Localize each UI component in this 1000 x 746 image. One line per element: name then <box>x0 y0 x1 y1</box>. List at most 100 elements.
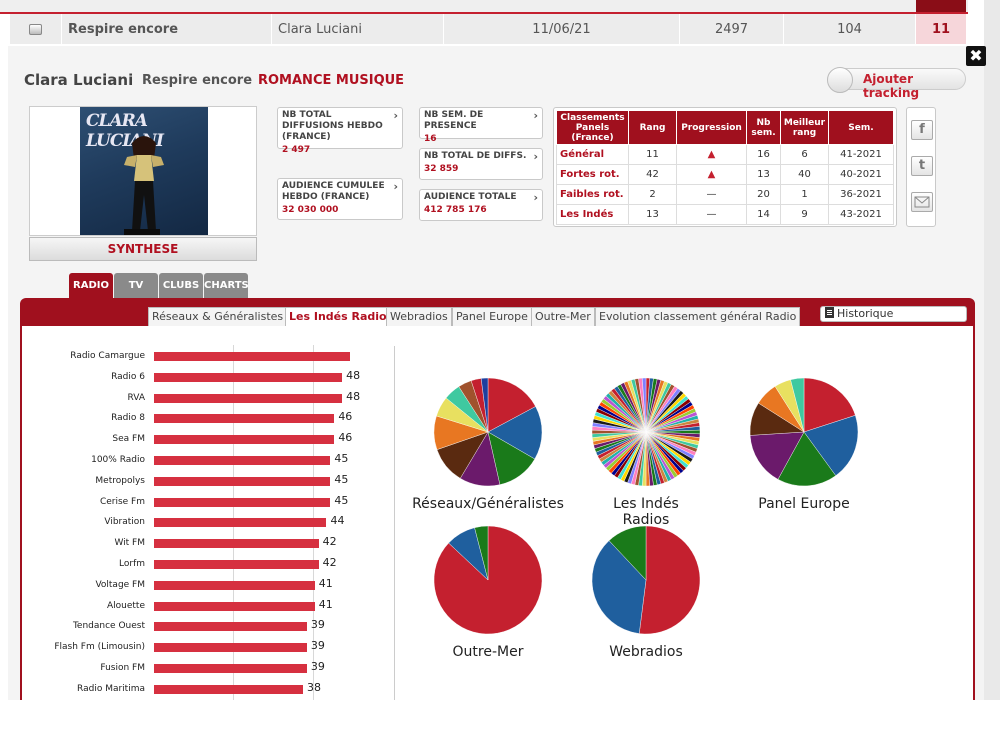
bar[interactable] <box>154 372 343 382</box>
subtab-evolution-classement[interactable]: Evolution classement général Radio <box>595 307 801 326</box>
week-cell: 36-2021 <box>828 184 894 205</box>
progression-cell: — <box>676 204 747 225</box>
bar-category-label: Radio Camargue <box>70 351 145 361</box>
stat-value: 32 859 <box>424 164 459 174</box>
weeks-cell: 13 <box>746 164 781 185</box>
bar[interactable] <box>154 414 335 424</box>
panel-name[interactable]: Général <box>556 144 629 165</box>
bar[interactable] <box>154 643 307 653</box>
stat-total-diffusions[interactable]: NB TOTAL DIFFUSIONS HEBDO (FRANCE) 2 497 <box>277 107 403 155</box>
best-rank-cell: 40 <box>780 164 829 185</box>
right-gutter <box>984 0 1000 700</box>
document-icon <box>825 307 834 318</box>
tab-radio[interactable]: RADIO <box>69 273 113 299</box>
bar[interactable] <box>154 601 315 611</box>
tab-tv[interactable]: TV <box>114 273 158 299</box>
mail-icon[interactable] <box>911 192 933 212</box>
bar-value-label: 39 <box>310 639 325 653</box>
detail-title: Respire encore <box>142 73 253 88</box>
dash-icon: — <box>706 209 717 220</box>
pie-label: Webradios <box>609 644 683 660</box>
panel-name[interactable]: Les Indés <box>556 204 629 225</box>
stat-nb-sem-presence[interactable]: NB SEM. DE PRESENCE 16 <box>419 107 543 144</box>
bar[interactable] <box>154 456 331 465</box>
panel-name[interactable]: Faibles rot. <box>556 184 629 205</box>
facebook-icon[interactable]: f <box>911 120 933 140</box>
bar[interactable] <box>154 684 303 694</box>
progression-cell: — <box>676 184 747 205</box>
album-cover: CLARA LUCIANI <box>80 107 208 235</box>
weeks-cell: 16 <box>746 144 781 165</box>
bar-category-label: Lorfm <box>119 559 145 569</box>
bar-category-label: Radio 6 <box>111 371 145 382</box>
stat-value: 32 030 000 <box>282 205 339 215</box>
row-checkbox-cell[interactable] <box>10 14 62 44</box>
pie-label: Outre-Mer <box>452 644 524 660</box>
best-rank-cell: 9 <box>780 204 829 225</box>
col-header: Progression <box>676 110 747 145</box>
bar-value-label: 42 <box>322 535 337 549</box>
tab-clubs[interactable]: CLUBS <box>159 273 203 299</box>
dash-icon: — <box>706 189 717 200</box>
bar-category-label: Wit FM <box>114 538 145 549</box>
historique-button[interactable]: Historique <box>820 306 967 322</box>
row-date: 11/06/21 <box>444 14 680 44</box>
stat-label: AUDIENCE TOTALE <box>424 192 538 203</box>
rankings-table: Classements Panels (France) Rang Progres… <box>556 110 894 225</box>
row-title[interactable]: Respire encore <box>62 14 272 44</box>
bar-category-label: Sea FM <box>112 434 145 445</box>
detail-genre[interactable]: ROMANCE MUSIQUE <box>258 73 404 88</box>
bar-value-label: 42 <box>322 556 337 569</box>
table-row: Général 11 ▲ 16 6 41-2021 <box>556 144 894 165</box>
subtab-outre-mer[interactable]: Outre-Mer <box>531 307 595 326</box>
col-header: Meilleur rang <box>780 110 829 145</box>
bar-category-label: Tendance Ouest <box>72 621 145 632</box>
subtab-reseaux-generalistes[interactable]: Réseaux & Généralistes <box>148 307 288 326</box>
pie-label: Panel Europe <box>758 496 850 512</box>
stat-value: 2 497 <box>282 145 311 155</box>
stat-audience-totale[interactable]: AUDIENCE TOTALE 412 785 176 <box>419 189 543 221</box>
stat-label: AUDIENCE CUMULEE HEBDO (FRANCE) <box>282 181 398 203</box>
bar[interactable] <box>154 393 343 403</box>
stat-audience-cumulee[interactable]: AUDIENCE CUMULEE HEBDO (FRANCE) 32 030 0… <box>277 178 403 220</box>
toggle-knob <box>827 67 853 93</box>
close-icon[interactable]: ✖ <box>966 46 986 66</box>
bar-category-label: Cerise Fm <box>99 496 145 507</box>
synthese-button[interactable]: SYNTHESE <box>29 237 257 261</box>
best-rank-cell: 1 <box>780 184 829 205</box>
bar[interactable] <box>154 476 331 486</box>
week-cell: 41-2021 <box>828 144 894 165</box>
bar[interactable] <box>154 352 350 361</box>
twitter-icon[interactable]: t <box>911 156 933 176</box>
bar-value-label: 39 <box>310 660 325 673</box>
bar[interactable] <box>154 664 307 673</box>
subtab-les-indes-radios[interactable]: Les Indés Radios <box>285 307 398 326</box>
track-list-row[interactable]: Respire encore Clara Luciani 11/06/21 24… <box>0 0 1000 46</box>
bar-value-label: 45 <box>334 493 349 507</box>
tab-charts[interactable]: CHARTS <box>204 273 249 299</box>
bar-category-label: Voltage FM <box>95 579 145 590</box>
add-tracking-toggle[interactable]: Ajouter tracking <box>827 67 966 100</box>
bar[interactable] <box>154 435 335 445</box>
bar[interactable] <box>154 518 327 528</box>
bar[interactable] <box>154 622 307 632</box>
rankings-table-frame: Classements Panels (France) Rang Progres… <box>553 107 897 227</box>
bar[interactable] <box>154 560 319 569</box>
subtab-panel-europe[interactable]: Panel Europe <box>452 307 532 326</box>
progression-cell: ▲ <box>676 164 747 185</box>
bar-category-label: Radio 8 <box>111 413 145 424</box>
row-checkbox[interactable] <box>29 23 42 35</box>
subtab-webradios[interactable]: Webradios <box>386 307 452 326</box>
panel-name[interactable]: Fortes rot. <box>556 164 629 185</box>
bar-value-label: 41 <box>318 576 333 590</box>
stat-nb-total-diffs[interactable]: NB TOTAL DE DIFFS. 32 859 <box>419 148 543 180</box>
bar-category-label: RVA <box>127 392 146 403</box>
bar-value-label: 45 <box>334 452 349 465</box>
stat-value: 16 <box>424 134 437 144</box>
charts-divider <box>394 346 395 700</box>
weeks-cell: 14 <box>746 204 781 225</box>
bar[interactable] <box>154 539 319 549</box>
bar[interactable] <box>154 497 331 507</box>
bar[interactable] <box>154 580 315 590</box>
pie-label: Réseaux/Généralistes <box>412 496 564 512</box>
